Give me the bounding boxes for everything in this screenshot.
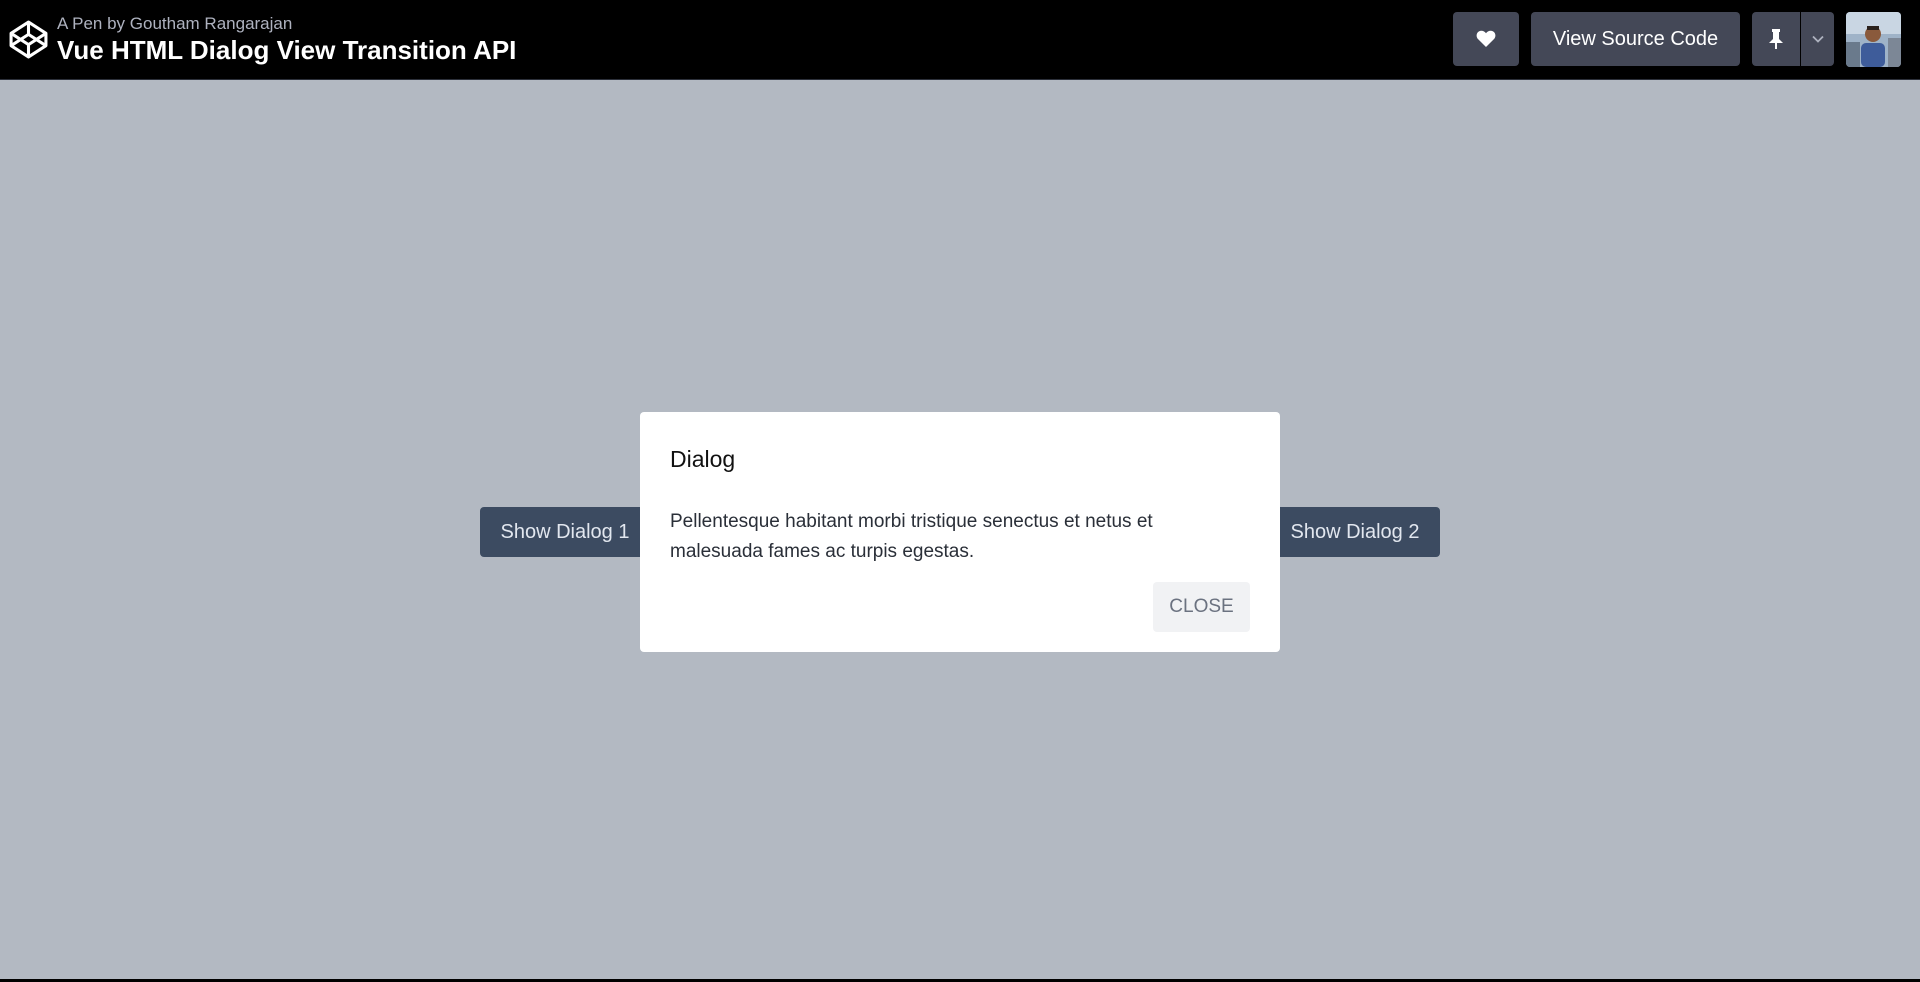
close-label: CLOSE xyxy=(1169,596,1234,617)
close-button[interactable]: CLOSE xyxy=(1153,582,1250,632)
show-dialog-2-button[interactable]: Show Dialog 2 xyxy=(1270,507,1440,557)
view-source-label: View Source Code xyxy=(1552,27,1719,50)
show-dialog-2-label: Show Dialog 2 xyxy=(1290,520,1420,543)
show-dialog-1-label: Show Dialog 1 xyxy=(500,520,630,543)
view-source-button[interactable]: View Source Code xyxy=(1531,12,1740,66)
pen-title: Vue HTML Dialog View Transition API xyxy=(57,35,517,65)
pin-icon xyxy=(1769,29,1783,49)
dialog: Dialog Pellentesque habitant morbi trist… xyxy=(640,412,1280,652)
preview-stage: Show Dialog 1 Show Dialog 2 Dialog Pelle… xyxy=(0,80,1920,979)
dialog-body: Pellentesque habitant morbi tristique se… xyxy=(670,511,1153,562)
pin-button[interactable] xyxy=(1752,12,1800,66)
chevron-down-icon xyxy=(1811,35,1824,43)
top-bar: A Pen by Goutham Rangarajan Vue HTML Dia… xyxy=(0,0,1920,80)
dialog-title: Dialog xyxy=(670,446,736,472)
avatar[interactable] xyxy=(1846,12,1901,67)
pen-meta: A Pen by Goutham Rangarajan Vue HTML Dia… xyxy=(57,14,516,65)
pin-dropdown-button[interactable] xyxy=(1801,12,1834,66)
codepen-logo-icon[interactable] xyxy=(8,19,49,60)
show-dialog-1-button[interactable]: Show Dialog 1 xyxy=(480,507,650,557)
heart-icon xyxy=(1476,30,1496,47)
avatar-image xyxy=(1846,12,1901,67)
heart-button[interactable] xyxy=(1453,12,1519,66)
pen-byline[interactable]: A Pen by Goutham Rangarajan xyxy=(57,14,516,33)
